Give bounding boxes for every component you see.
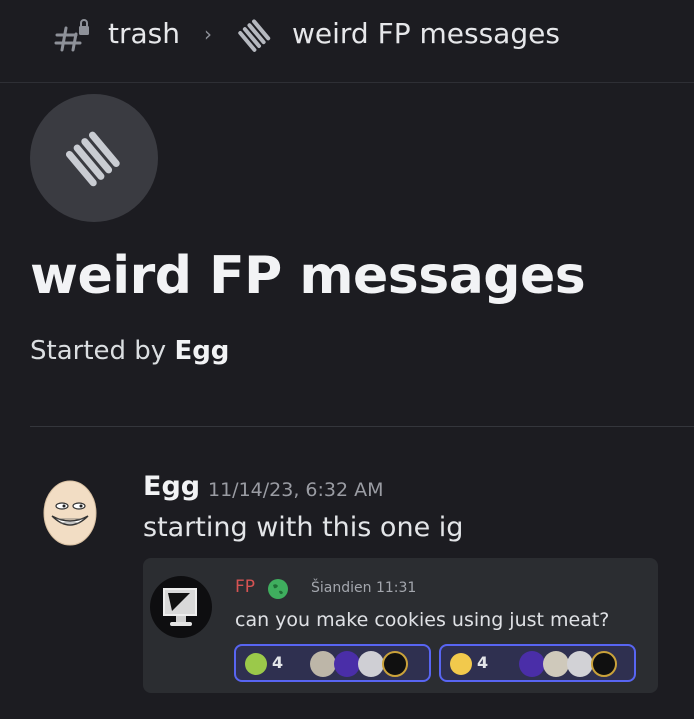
message-author[interactable]: Egg (143, 471, 200, 502)
message-text: starting with this one ig (143, 512, 464, 543)
reaction-count: 4 (477, 653, 489, 672)
user-avatar[interactable] (42, 476, 98, 546)
reactor-avatar-icon (310, 651, 336, 677)
reactor-avatar-icon (567, 651, 593, 677)
breadcrumb-thread[interactable]: weird FP messages (292, 17, 560, 50)
embedded-screenshot[interactable]: FP Šiandien 11:31 can you make cookies u… (143, 558, 658, 693)
reactor-avatar-icon (334, 651, 360, 677)
reactor-avatar-icon (543, 651, 569, 677)
monitor-icon (163, 588, 197, 626)
reaction-count: 4 (272, 653, 284, 672)
thread-title: weird FP messages (30, 246, 586, 306)
breadcrumb-channel[interactable]: trash (108, 17, 180, 50)
reactor-avatar-icon (382, 651, 408, 677)
globe-icon (268, 579, 288, 599)
thread-large-icon (65, 131, 120, 187)
embed-time: Šiandien 11:31 (311, 580, 417, 596)
reaction-dizzy[interactable]: 4 (439, 644, 636, 682)
thread-icon (238, 19, 271, 52)
embed-text: can you make cookies using just meat? (235, 609, 610, 631)
reaction-nauseated[interactable]: 4 (234, 644, 431, 682)
embed-author: FP (235, 577, 256, 597)
started-by-prefix: Started by (30, 336, 167, 366)
dizzy-face-icon (450, 653, 472, 675)
thread-avatar (30, 94, 158, 222)
locked-channel-hash-icon[interactable] (54, 18, 90, 54)
reactor-avatar-icon (519, 651, 545, 677)
divider (30, 426, 694, 427)
started-by-line: Started by Egg (30, 336, 229, 366)
started-by-user[interactable]: Egg (174, 336, 229, 366)
breadcrumb-separator-icon: › (204, 22, 212, 46)
reactor-avatar-icon (358, 651, 384, 677)
thread-header: trash › weird FP messages (0, 0, 694, 83)
message-timestamp: 11/14/23, 6:32 AM (208, 479, 384, 501)
reactor-avatar-icon (591, 651, 617, 677)
nauseated-face-icon (245, 653, 267, 675)
embed-author-avatar (150, 576, 212, 638)
